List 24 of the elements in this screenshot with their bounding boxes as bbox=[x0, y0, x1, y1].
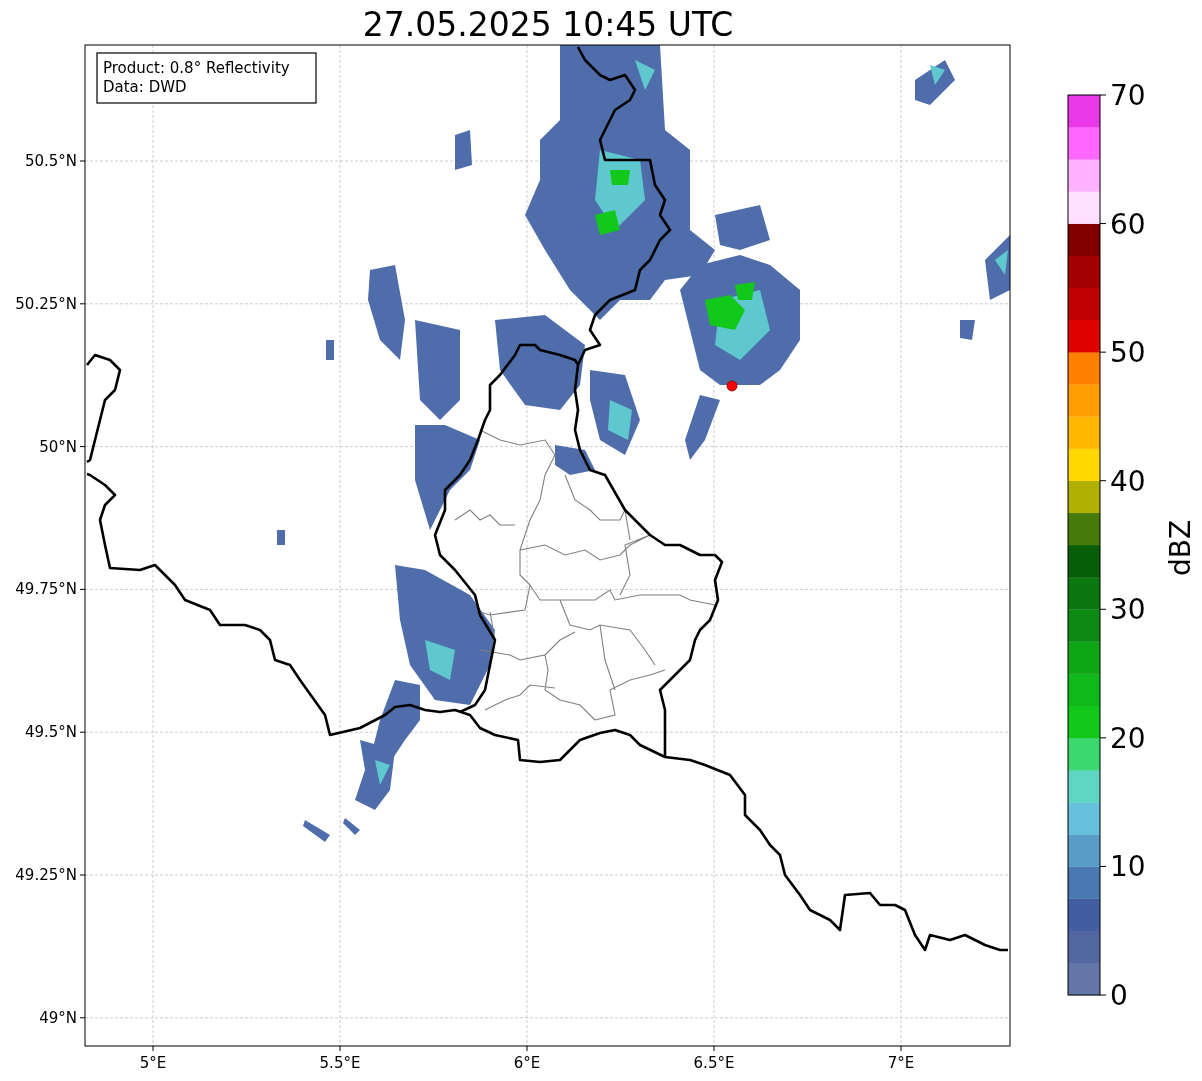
axis-tick-label: 50.5°N bbox=[24, 152, 77, 170]
axis-tick-label: 7°E bbox=[887, 1054, 915, 1072]
colorbar-tick-label: 0 bbox=[1110, 979, 1128, 1012]
colorbar-tick-label: 50 bbox=[1110, 336, 1146, 370]
axis-tick-label: 50.25°N bbox=[15, 294, 77, 313]
colorbar-tick-label: 70 bbox=[1110, 79, 1146, 112]
axis-tick-label: 49°N bbox=[39, 1008, 77, 1027]
axis-tick-label: 5°E bbox=[139, 1054, 167, 1072]
axis-tick-label: 50°N bbox=[39, 437, 77, 456]
axis-tick-label: 49.25°N bbox=[15, 866, 77, 884]
colorbar-tick-label: 60 bbox=[1110, 207, 1146, 241]
axis-tick-label: 5.5°E bbox=[319, 1054, 361, 1072]
info-text: Data: DWD bbox=[103, 78, 187, 96]
colorbar-tick-label: 30 bbox=[1110, 593, 1146, 627]
axis-tick-label: 6°E bbox=[513, 1054, 541, 1072]
axis-tick-label: 49.5°N bbox=[24, 723, 77, 742]
figure-title: 27.05.2025 10:45 UTC bbox=[362, 5, 734, 44]
colorbar-tick-label: 40 bbox=[1110, 464, 1146, 498]
axis-tick-label: 6.5°E bbox=[693, 1054, 735, 1072]
axis-tick-label: 49.75°N bbox=[15, 580, 77, 599]
info-text: Product: 0.8° Reflectivity bbox=[103, 59, 290, 77]
colorbar-tick-label: 10 bbox=[1110, 850, 1146, 884]
colorbar-label: dBZ bbox=[1164, 519, 1197, 577]
colorbar-tick-label: 20 bbox=[1110, 721, 1146, 755]
